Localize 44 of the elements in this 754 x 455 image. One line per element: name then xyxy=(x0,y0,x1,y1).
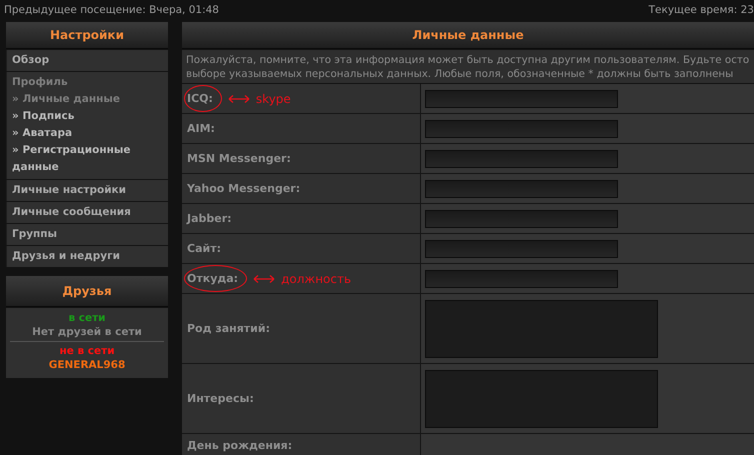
annotation-text: skype xyxy=(256,92,291,106)
field-label: AIM: xyxy=(187,122,215,135)
field-label: Род занятий: xyxy=(187,322,270,335)
input-field[interactable] xyxy=(425,240,618,258)
personal-data-header: Личные данные xyxy=(182,22,754,49)
sidebar-item[interactable]: Личные сообщения xyxy=(6,202,168,223)
settings-header: Настройки xyxy=(6,22,168,49)
sidebar-subitem[interactable]: » Аватара xyxy=(12,125,163,142)
current-time-text: Текущее время: 23 xyxy=(648,4,754,16)
field-label: Сайт: xyxy=(187,242,221,255)
sidebar-subitem[interactable]: » Личные данные xyxy=(12,91,163,108)
notice-text: выборе указываемых персональных данных. Любые поля, обозначенные * должны быть заполнены xyxy=(186,67,734,81)
online-heading: в сети xyxy=(68,311,106,325)
circled-field-label: Откуда: xyxy=(184,265,248,292)
last-visit-text: Предыдущее посещение: Вчера, 01:48 xyxy=(4,4,219,16)
input-field[interactable] xyxy=(425,270,618,288)
double-arrow-icon xyxy=(253,274,276,284)
double-arrow-icon xyxy=(228,94,250,104)
circled-field-label: ICQ: xyxy=(184,85,222,112)
notice-text: Пожалуйста, помните, что эта информация может быть доступна другим пользователям. Будьте осто xyxy=(186,53,750,67)
sidebar-item[interactable]: Обзор xyxy=(6,50,168,71)
friend-link[interactable]: GENERAL968 xyxy=(48,358,126,372)
sidebar-subitem[interactable]: » Регистрационные данные xyxy=(12,142,163,176)
annotation-text: должность xyxy=(281,272,352,286)
friends-header: Друзья xyxy=(6,276,168,307)
input-field[interactable] xyxy=(425,150,618,168)
input-field[interactable] xyxy=(425,180,618,198)
field-label: День рождения: xyxy=(187,439,292,452)
field-label: Yahoo Messenger: xyxy=(187,182,300,195)
sidebar-item[interactable]: Группы xyxy=(6,224,168,245)
field-label: MSN Messenger: xyxy=(187,152,291,165)
online-empty-text: Нет друзей в сети xyxy=(32,325,142,339)
sidebar-item[interactable]: Друзья и недруги xyxy=(6,246,168,267)
text-area[interactable] xyxy=(425,300,658,358)
text-area[interactable] xyxy=(425,370,658,428)
field-label: Jabber: xyxy=(187,212,232,225)
offline-heading: не в сети xyxy=(59,344,115,358)
input-field[interactable] xyxy=(425,90,618,108)
sidebar-subitem[interactable]: » Подпись xyxy=(12,108,163,125)
input-field[interactable] xyxy=(425,120,618,138)
input-field[interactable] xyxy=(425,210,618,228)
field-label: Интересы: xyxy=(187,392,254,405)
sidebar-item[interactable]: Личные настройки xyxy=(6,180,168,201)
sidebar-item[interactable]: Профиль xyxy=(12,74,163,91)
